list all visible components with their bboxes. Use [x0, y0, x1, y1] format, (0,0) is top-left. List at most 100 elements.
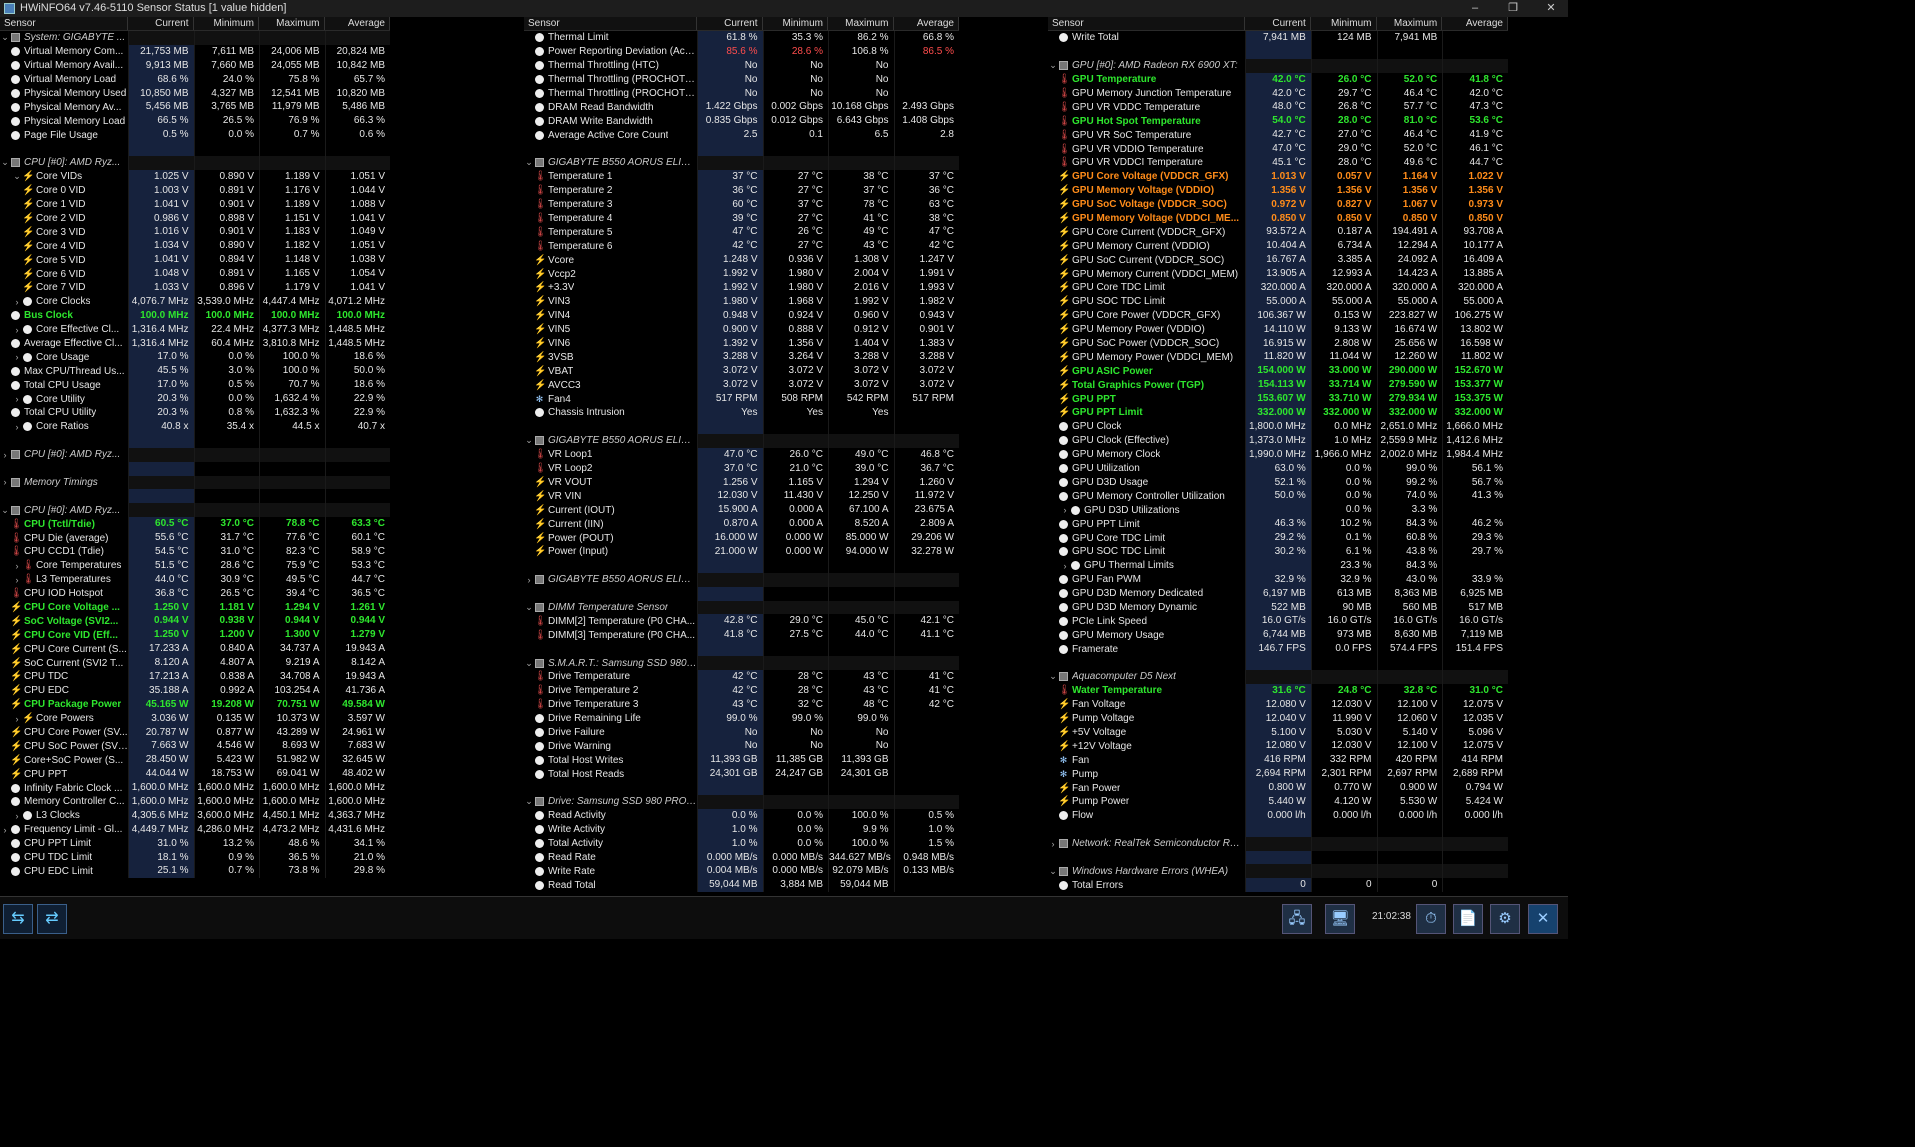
sensor-row[interactable]: ⚡ +3.3V 1.992 V 1.980 V 2.016 V 1.993 V: [524, 281, 959, 295]
sensor-row[interactable]: Max CPU/Thread Us... 45.5 % 3.0 % 100.0 % 50…: [0, 364, 390, 379]
sensor-row[interactable]: 🌡 Temperature 1 37 °C 27 °C 38 °C 37 °C: [524, 169, 959, 184]
header-average[interactable]: Average: [1442, 17, 1508, 30]
expand-chevron-icon[interactable]: ›: [12, 297, 22, 307]
sensor-row[interactable]: GPU Clock (Effective) 1,373.0 MHz 1.0 MHz 2…: [1048, 433, 1508, 448]
sensor-row[interactable]: Bus Clock 100.0 MHz 100.0 MHz 100.0 MHz 100.…: [0, 308, 390, 323]
collapse-chevron-icon[interactable]: ⌄: [524, 796, 534, 807]
sensor-row[interactable]: Thermal Throttling (PROCHOT C... No No No: [524, 72, 959, 87]
collapse-chevron-icon[interactable]: ⌄: [0, 157, 10, 168]
sensor-row[interactable]: ⚡ Vccp2 1.992 V 1.980 V 2.004 V 1.991 V: [524, 267, 959, 282]
header-average[interactable]: Average: [325, 17, 390, 30]
sensor-row[interactable]: Physical Memory Used 10,850 MB 4,327 MB 12,…: [0, 86, 390, 101]
sensor-row[interactable]: GPU Utilization 63.0 % 0.0 % 99.0 % 56.1 %: [1048, 461, 1508, 476]
sensor-row[interactable]: ⚡ CPU EDC 35.188 A 0.992 A 103.254 A 41.736 A: [0, 683, 390, 698]
group-header-row[interactable]: › GIGABYTE B550 AORUS ELITE V...: [524, 572, 959, 587]
sensor-row[interactable]: ⚡ GPU PPT 153.607 W 33.710 W 279.934 W 153.37…: [1048, 392, 1508, 407]
header-current[interactable]: Current: [697, 17, 763, 30]
sensor-row[interactable]: ⚡ GPU Memory Power (VDDIO) 14.110 W 9.133 W…: [1048, 322, 1508, 337]
sensor-row[interactable]: ⚡ CPU Core Current (S... 17.233 A 0.840 A 34…: [0, 642, 390, 657]
sensor-row[interactable]: ⚡ CPU PPT 44.044 W 18.753 W 69.041 W 48.402 W: [0, 767, 390, 782]
sensor-row[interactable]: 🌡 Temperature 5 47 °C 26 °C 49 °C 47 °C: [524, 225, 959, 240]
sensor-row[interactable]: ⚡ 3VSB 3.288 V 3.264 V 3.288 V 3.288 V: [524, 350, 959, 365]
group-header-row[interactable]: ⌄ GIGABYTE B550 AORUS ELITE V...: [524, 433, 959, 448]
sensor-row[interactable]: ⚡ Core 4 VID 1.034 V 0.890 V 1.182 V 1.051 V: [0, 239, 390, 254]
sensor-row[interactable]: Memory Controller C... 1,600.0 MHz 1,600.0…: [0, 794, 390, 809]
sensor-row[interactable]: GPU Fan PWM 32.9 % 32.9 % 43.0 % 33.9 %: [1048, 572, 1508, 587]
sensor-row[interactable]: 🌡 Temperature 3 60 °C 37 °C 78 °C 63 °C: [524, 197, 959, 212]
sensor-row[interactable]: 🌡 VR Loop2 37.0 °C 21.0 °C 39.0 °C 36.7 °C: [524, 461, 959, 476]
sensor-row[interactable]: Write Total 7,941 MB 124 MB 7,941 MB: [1048, 31, 1508, 45]
sensor-row[interactable]: CPU TDC Limit 18.1 % 0.9 % 36.5 % 21.0 %: [0, 850, 390, 865]
sensor-row[interactable]: ⚡ AVCC3 3.072 V 3.072 V 3.072 V 3.072 V: [524, 378, 959, 393]
sensor-row[interactable]: 🌡 Drive Temperature 3 43 °C 32 °C 48 °C 42 °C: [524, 697, 959, 712]
sensor-row[interactable]: GPU Memory Controller Utilization 50.0 % 0…: [1048, 489, 1508, 504]
sensor-row[interactable]: › GPU Thermal Limits 23.3 % 84.3 %: [1048, 558, 1508, 573]
sensor-row[interactable]: › 🌡 L3 Temperatures 44.0 °C 30.9 °C 49.5 °C 44…: [0, 572, 390, 587]
sensor-row[interactable]: ⚡ GPU SoC Power (VDDCR_SOC) 16.915 W 2.808 …: [1048, 336, 1508, 351]
sensor-row[interactable]: 🌡 GPU VR SoC Temperature 42.7 °C 27.0 °C 46.…: [1048, 128, 1508, 143]
sensor-row[interactable]: 🌡 GPU VR VDDC Temperature 48.0 °C 26.8 °C 57…: [1048, 100, 1508, 115]
sensor-row[interactable]: ✻ Pump 2,694 RPM 2,301 RPM 2,697 RPM 2,689 RP…: [1048, 767, 1508, 782]
sensor-row[interactable]: Total Host Reads 24,301 GB 24,247 GB 24,301…: [524, 767, 959, 782]
sensor-row[interactable]: ⚡ +5V Voltage 5.100 V 5.030 V 5.140 V 5.096 V: [1048, 725, 1508, 740]
sensor-row[interactable]: Thermal Throttling (PROCHOT E... No No No: [524, 86, 959, 101]
group-header-row[interactable]: ⌄ DIMM Temperature Sensor: [524, 600, 959, 615]
sensor-row[interactable]: › Core Utility 20.3 % 0.0 % 1,632.4 % 22.9 %: [0, 392, 390, 407]
nav-right-icon[interactable]: ⇄: [37, 904, 67, 934]
sensor-row[interactable]: ⚡ GPU Core TDC Limit 320.000 A 320.000 A 320…: [1048, 281, 1508, 295]
sensor-row[interactable]: Write Rate 0.004 MB/s 0.000 MB/s 92.079 MB/…: [524, 864, 959, 879]
sensor-row[interactable]: Framerate 146.7 FPS 0.0 FPS 574.4 FPS 151.4 …: [1048, 642, 1508, 657]
sensor-row[interactable]: ⚡ Core 1 VID 1.041 V 0.901 V 1.189 V 1.088 V: [0, 197, 390, 212]
sensor-row[interactable]: ⚡ Power (Input) 21.000 W 0.000 W 94.000 W 32.…: [524, 544, 959, 559]
sensor-row[interactable]: ⚡ Core 2 VID 0.986 V 0.898 V 1.151 V 1.041 V: [0, 211, 390, 226]
sensor-row[interactable]: 🌡 CPU Die (average) 55.6 °C 31.7 °C 77.6 °C 6…: [0, 531, 390, 545]
sensor-row[interactable]: ⚡ SoC Current (SVI2 T... 8.120 A 4.807 A 9.2…: [0, 656, 390, 670]
sensor-row[interactable]: GPU PPT Limit 46.3 % 10.2 % 84.3 % 46.2 %: [1048, 517, 1508, 532]
expand-chevron-icon[interactable]: ›: [12, 561, 22, 571]
sensor-row[interactable]: ⚡ GPU Core Power (VDDCR_GFX) 106.367 W 0.15…: [1048, 308, 1508, 323]
group-header-row[interactable]: ⌄ System: GIGABYTE ...: [0, 31, 390, 45]
collapse-chevron-icon[interactable]: ⌄: [524, 658, 534, 669]
sensor-row[interactable]: 🌡 VR Loop1 47.0 °C 26.0 °C 49.0 °C 46.8 °C: [524, 447, 959, 462]
sensor-row[interactable]: ⚡ GPU ASIC Power 154.000 W 33.000 W 290.000 …: [1048, 364, 1508, 379]
sensor-row[interactable]: ⚡ Pump Voltage 12.040 V 11.990 V 12.060 V 12.…: [1048, 711, 1508, 726]
header-maximum[interactable]: Maximum: [259, 17, 325, 30]
header-maximum[interactable]: Maximum: [1377, 17, 1443, 30]
sensor-row[interactable]: Drive Failure No No No: [524, 725, 959, 740]
group-header-row[interactable]: › Memory Timings: [0, 475, 390, 490]
sensor-row[interactable]: PCIe Link Speed 16.0 GT/s 16.0 GT/s 16.0 GT…: [1048, 614, 1508, 629]
sensor-row[interactable]: ⚡ GPU PPT Limit 332.000 W 332.000 W 332.000 …: [1048, 406, 1508, 420]
sensor-row[interactable]: ⚡ Core 6 VID 1.048 V 0.891 V 1.165 V 1.054 V: [0, 267, 390, 282]
sensor-row[interactable]: ⚡ CPU Core Voltage ... 1.250 V 1.181 V 1.294…: [0, 600, 390, 615]
sensor-row[interactable]: Physical Memory Load 66.5 % 26.5 % 76.9 % 66…: [0, 114, 390, 129]
sensor-row[interactable]: DRAM Write Bandwidth 0.835 Gbps 0.012 Gbps…: [524, 114, 959, 129]
sensor-row[interactable]: ✻ Fan4 517 RPM 508 RPM 542 RPM 517 RPM: [524, 392, 959, 407]
sensor-row[interactable]: 🌡 Temperature 4 39 °C 27 °C 41 °C 38 °C: [524, 211, 959, 226]
sensor-row[interactable]: ⌄ ⚡ Core VIDs 1.025 V 0.890 V 1.189 V 1.051 V: [0, 169, 390, 184]
expand-chevron-icon[interactable]: ›: [1048, 839, 1058, 849]
expand-chevron-icon[interactable]: ›: [0, 477, 10, 487]
collapse-chevron-icon[interactable]: ⌄: [12, 171, 22, 182]
collapse-chevron-icon[interactable]: ⌄: [524, 602, 534, 613]
expand-chevron-icon[interactable]: ›: [12, 394, 22, 404]
sensor-row[interactable]: ⚡ Current (IIN) 0.870 A 0.000 A 8.520 A 2.809…: [524, 517, 959, 532]
sensor-row[interactable]: Total CPU Usage 17.0 % 0.5 % 70.7 % 18.6 %: [0, 378, 390, 393]
sensor-row[interactable]: Power Reporting Deviation (Acc... 85.6 % 2…: [524, 44, 959, 59]
group-header-row[interactable]: ⌄ S.M.A.R.T.: Samsung SSD 980 ...: [524, 656, 959, 670]
sensor-row[interactable]: › L3 Clocks 4,305.6 MHz 3,600.0 MHz 4,450.1 …: [0, 808, 390, 823]
header-current[interactable]: Current: [1245, 17, 1311, 30]
sensor-row[interactable]: Virtual Memory Com... 21,753 MB 7,611 MB 24…: [0, 44, 390, 59]
header-minimum[interactable]: Minimum: [1311, 17, 1377, 30]
sensor-row[interactable]: › ⚡ Core Powers 3.036 W 0.135 W 10.373 W 3.597…: [0, 711, 390, 726]
sensor-row[interactable]: GPU D3D Usage 52.1 % 0.0 % 99.2 % 56.7 %: [1048, 475, 1508, 490]
sensor-row[interactable]: CPU PPT Limit 31.0 % 13.2 % 48.6 % 34.1 %: [0, 836, 390, 851]
minimize-button[interactable]: –: [1460, 0, 1490, 17]
sensor-row[interactable]: Physical Memory Av... 5,456 MB 3,765 MB 11,…: [0, 100, 390, 115]
sensor-panel-3[interactable]: Sensor Current Minimum Maximum Average W…: [1048, 17, 1508, 895]
sensor-row[interactable]: Total Activity 1.0 % 0.0 % 100.0 % 1.5 %: [524, 836, 959, 851]
header-current[interactable]: Current: [128, 17, 194, 30]
header-sensor[interactable]: Sensor: [0, 17, 128, 30]
sensor-row[interactable]: 🌡 Drive Temperature 42 °C 28 °C 43 °C 41 °C: [524, 669, 959, 684]
sensor-row[interactable]: 🌡 GPU VR VDDCI Temperature 45.1 °C 28.0 °C 4…: [1048, 156, 1508, 170]
sensor-row[interactable]: Virtual Memory Load 68.6 % 24.0 % 75.8 % 65.…: [0, 72, 390, 87]
